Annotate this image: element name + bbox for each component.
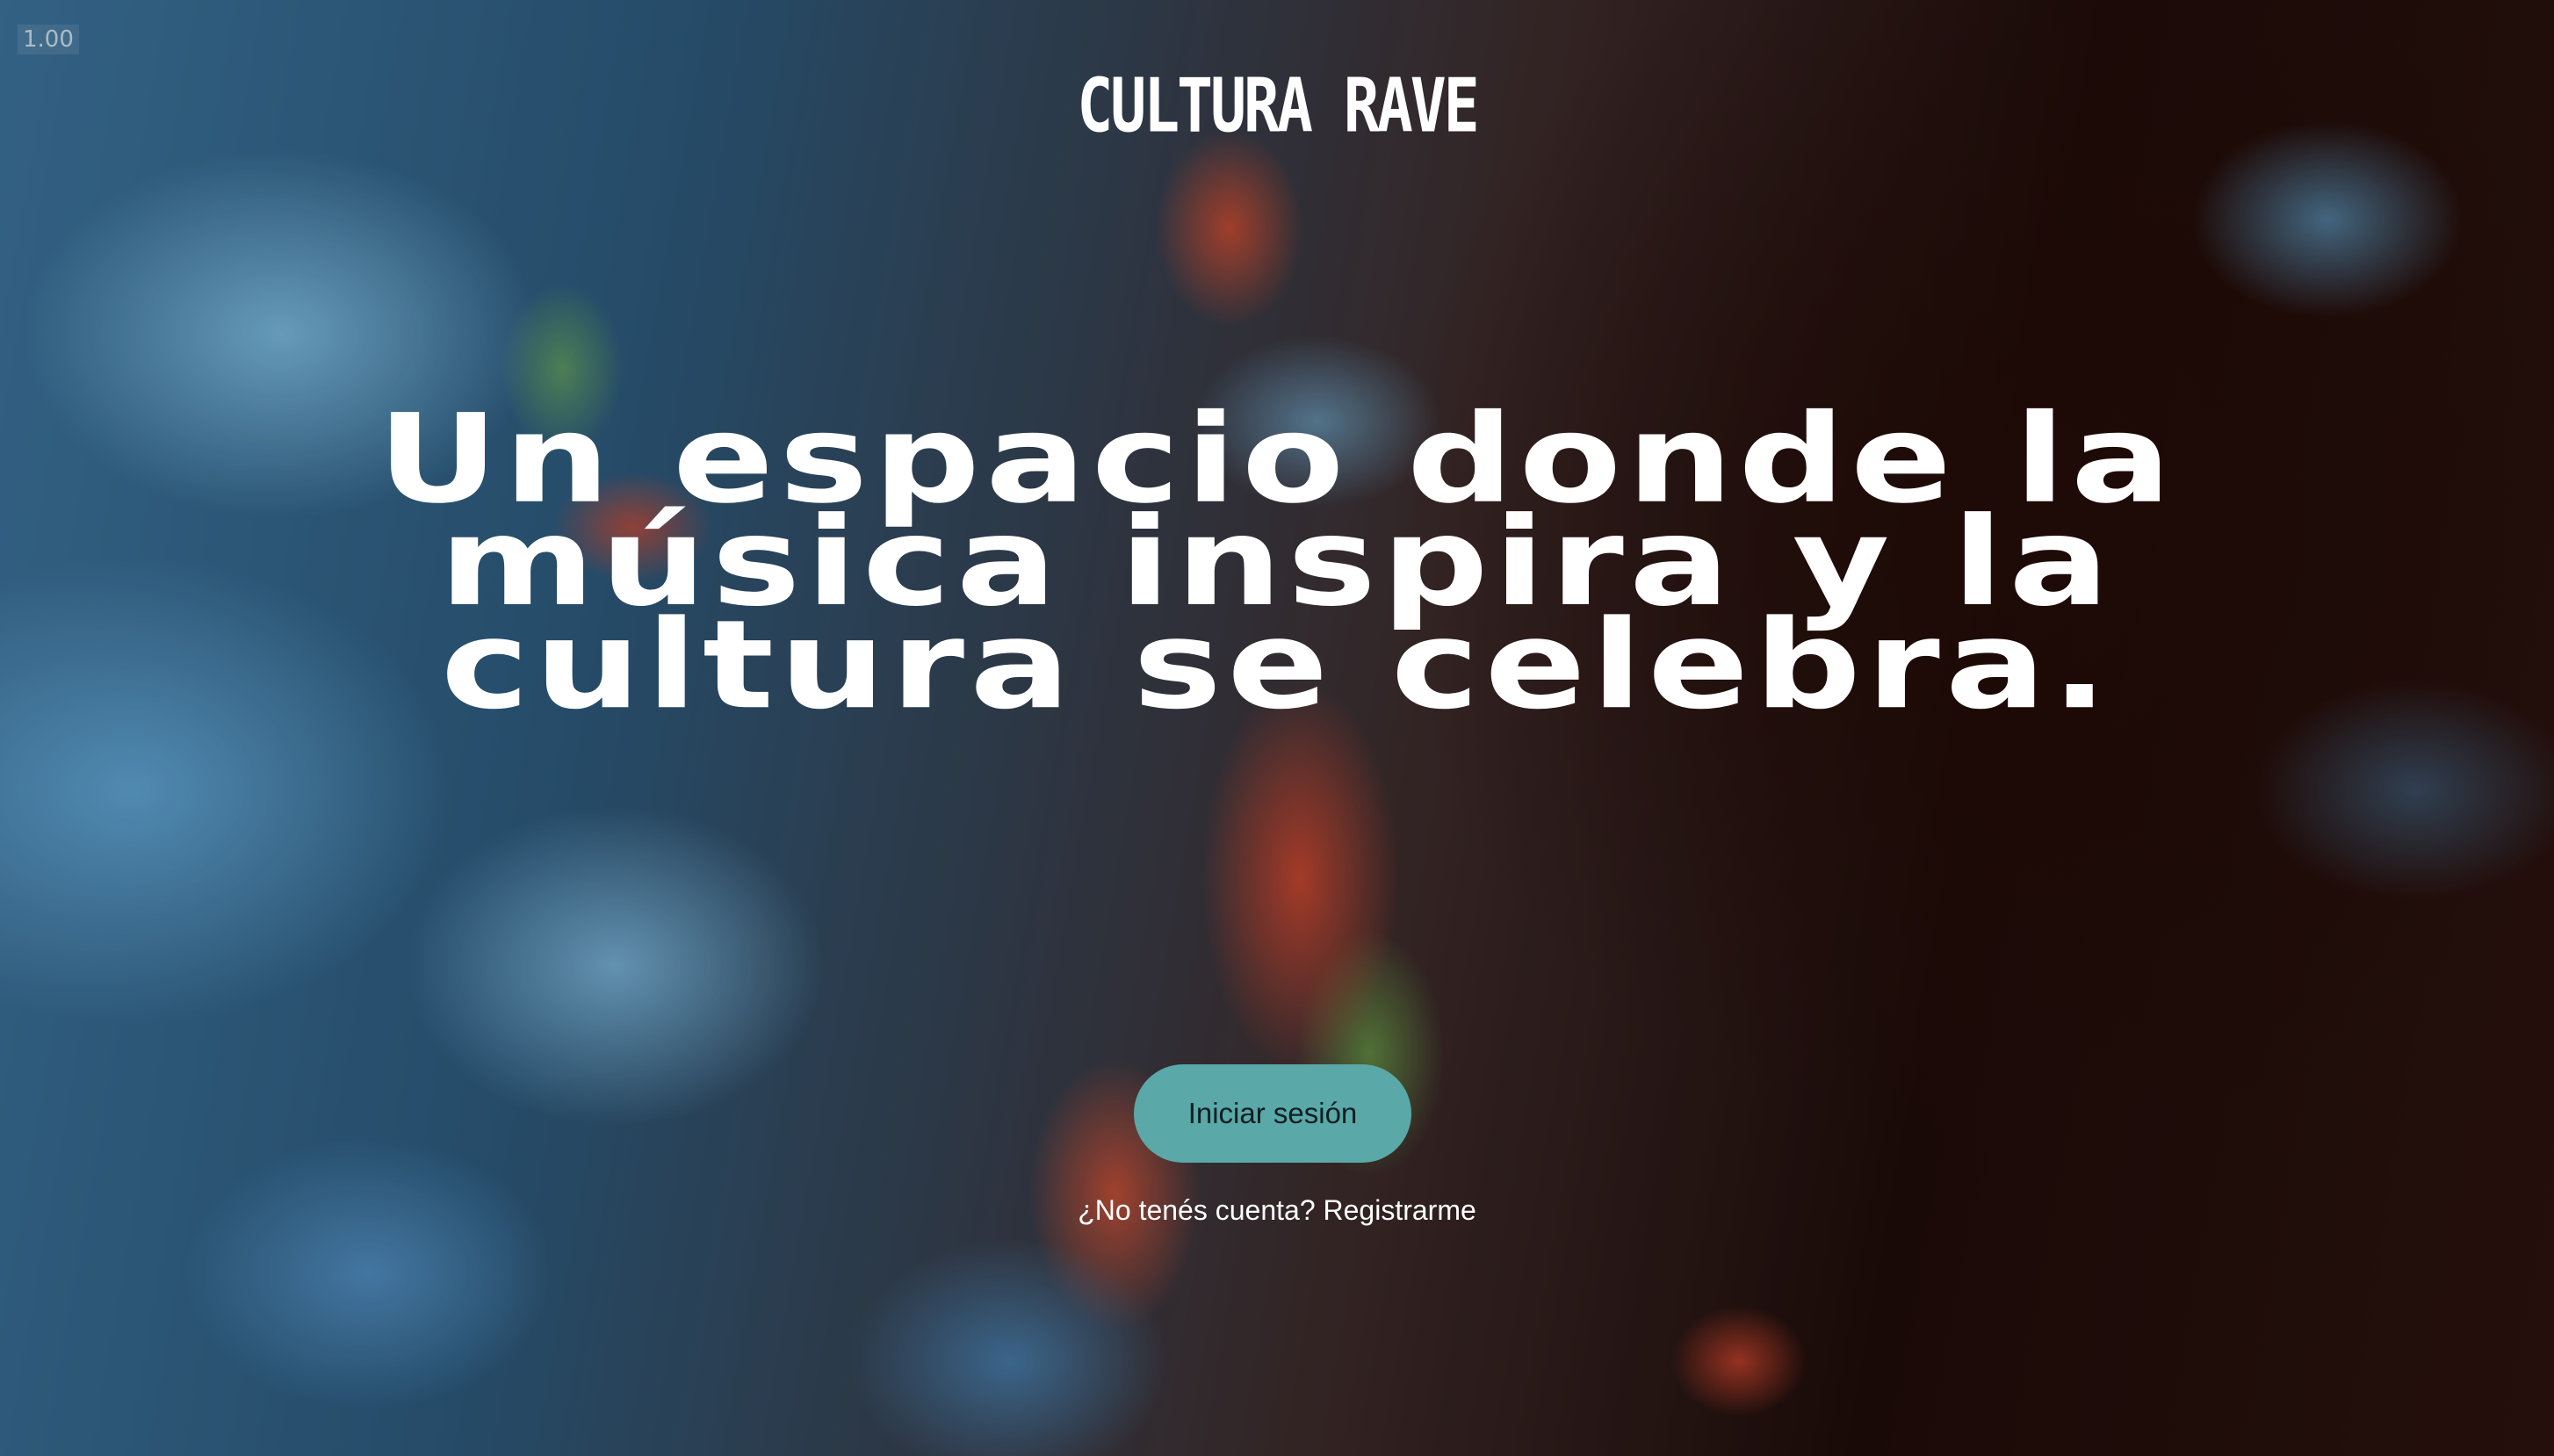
zoom-indicator: 1.00 [18,25,79,54]
headline-line-3: cultura se celebra. [440,594,2114,737]
register-prompt-text: ¿No tenés cuenta? [1078,1194,1316,1226]
register-prompt: ¿No tenés cuenta? Registrarme [0,1194,2554,1227]
hero-headline: Un espacio donde la música inspira y la … [0,399,2554,737]
brand-logo[interactable]: CULTURA RAVE [0,63,2554,150]
login-button[interactable]: Iniciar sesión [1134,1064,1411,1163]
register-link[interactable]: Registrarme [1324,1194,1476,1226]
landing-page: 1.00 CULTURA RAVE Un espacio donde la mú… [0,0,2554,1456]
